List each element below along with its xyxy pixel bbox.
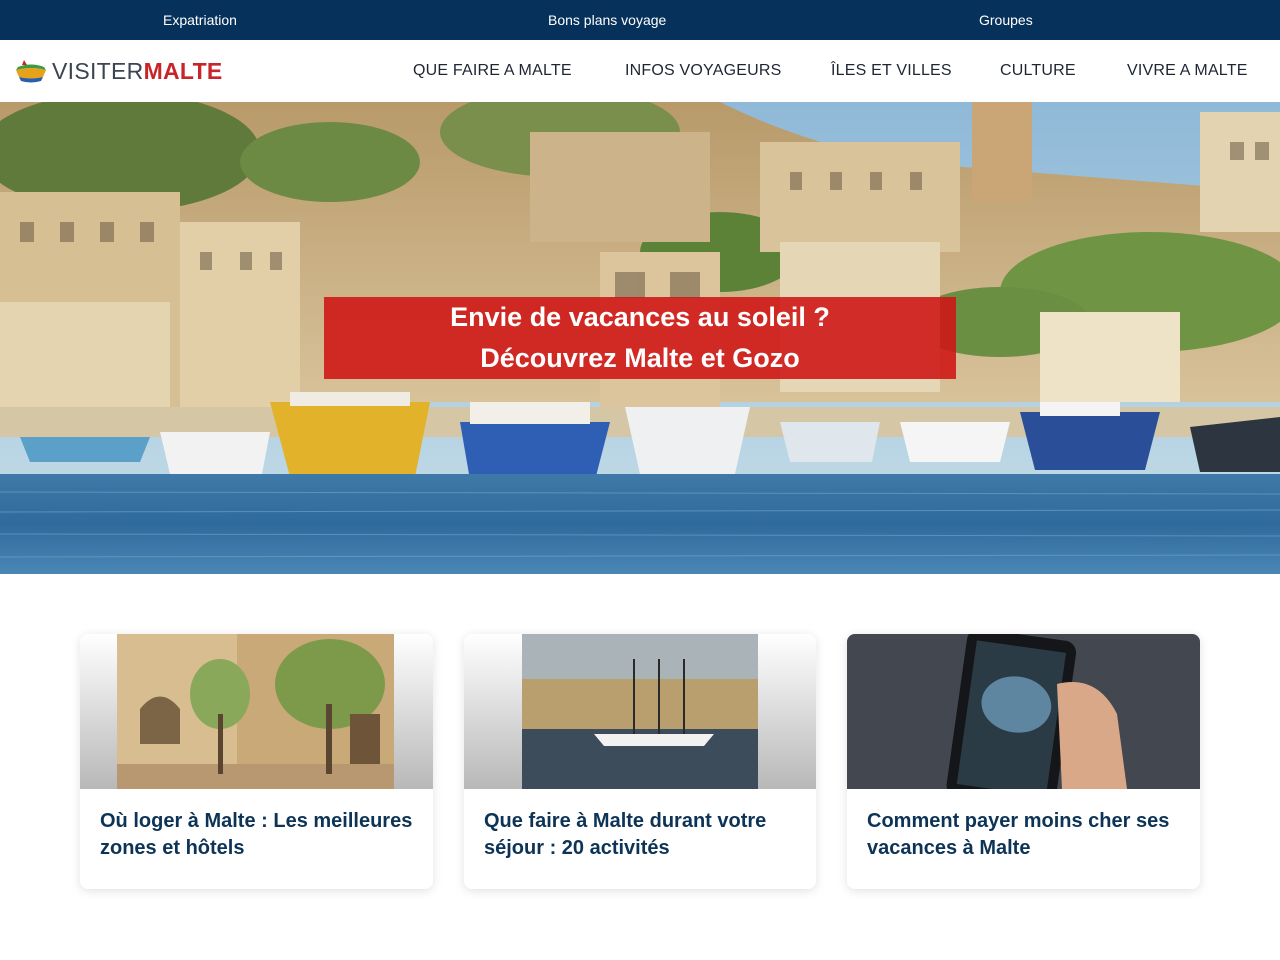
card-image-courtyard xyxy=(80,634,433,789)
hero-headline-line2: Découvrez Malte et Gozo xyxy=(480,343,800,373)
card-title: Comment payer moins cher ses vacances à … xyxy=(867,810,1170,859)
hero-headline-line1: Envie de vacances au soleil ? xyxy=(450,302,830,332)
hero-section: Envie de vacances au soleil ? Découvrez … xyxy=(0,102,1280,574)
card-image-sailboat xyxy=(464,634,816,789)
card-image-phone-map xyxy=(847,634,1200,789)
topbar-link-expatriation[interactable]: Expatriation xyxy=(163,0,237,40)
hero-banner: Envie de vacances au soleil ? Découvrez … xyxy=(324,297,956,379)
nav-que-faire[interactable]: QUE FAIRE A MALTE xyxy=(413,40,572,102)
article-card-ou-loger[interactable]: Où loger à Malte : Les meilleures zones … xyxy=(80,634,433,889)
site-logo[interactable]: VISITERMALTE xyxy=(14,53,223,89)
nav-vivre-malte[interactable]: VIVRE A MALTE xyxy=(1127,40,1248,102)
logo-text: VISITERMALTE xyxy=(52,53,223,89)
topbar-link-groupes[interactable]: Groupes xyxy=(979,0,1033,40)
nav-iles-villes[interactable]: ÎLES ET VILLES xyxy=(831,40,952,102)
boat-logo-icon xyxy=(16,60,46,83)
article-card-que-faire[interactable]: Que faire à Malte durant votre séjour : … xyxy=(464,634,816,889)
site-header: VISITERMALTE QUE FAIRE A MALTE INFOS VOY… xyxy=(0,40,1280,102)
card-title: Que faire à Malte durant votre séjour : … xyxy=(484,810,767,859)
card-title: Où loger à Malte : Les meilleures zones … xyxy=(100,810,413,859)
top-bar: Expatriation Bons plans voyage Groupes xyxy=(0,0,1280,40)
nav-culture[interactable]: CULTURE xyxy=(1000,40,1076,102)
nav-infos-voyageurs[interactable]: INFOS VOYAGEURS xyxy=(625,40,782,102)
article-card-payer-moins[interactable]: Comment payer moins cher ses vacances à … xyxy=(847,634,1200,889)
topbar-link-bons-plans[interactable]: Bons plans voyage xyxy=(548,0,666,40)
logo-text-part1: VISITER xyxy=(52,58,144,84)
logo-text-part2: MALTE xyxy=(143,58,223,84)
